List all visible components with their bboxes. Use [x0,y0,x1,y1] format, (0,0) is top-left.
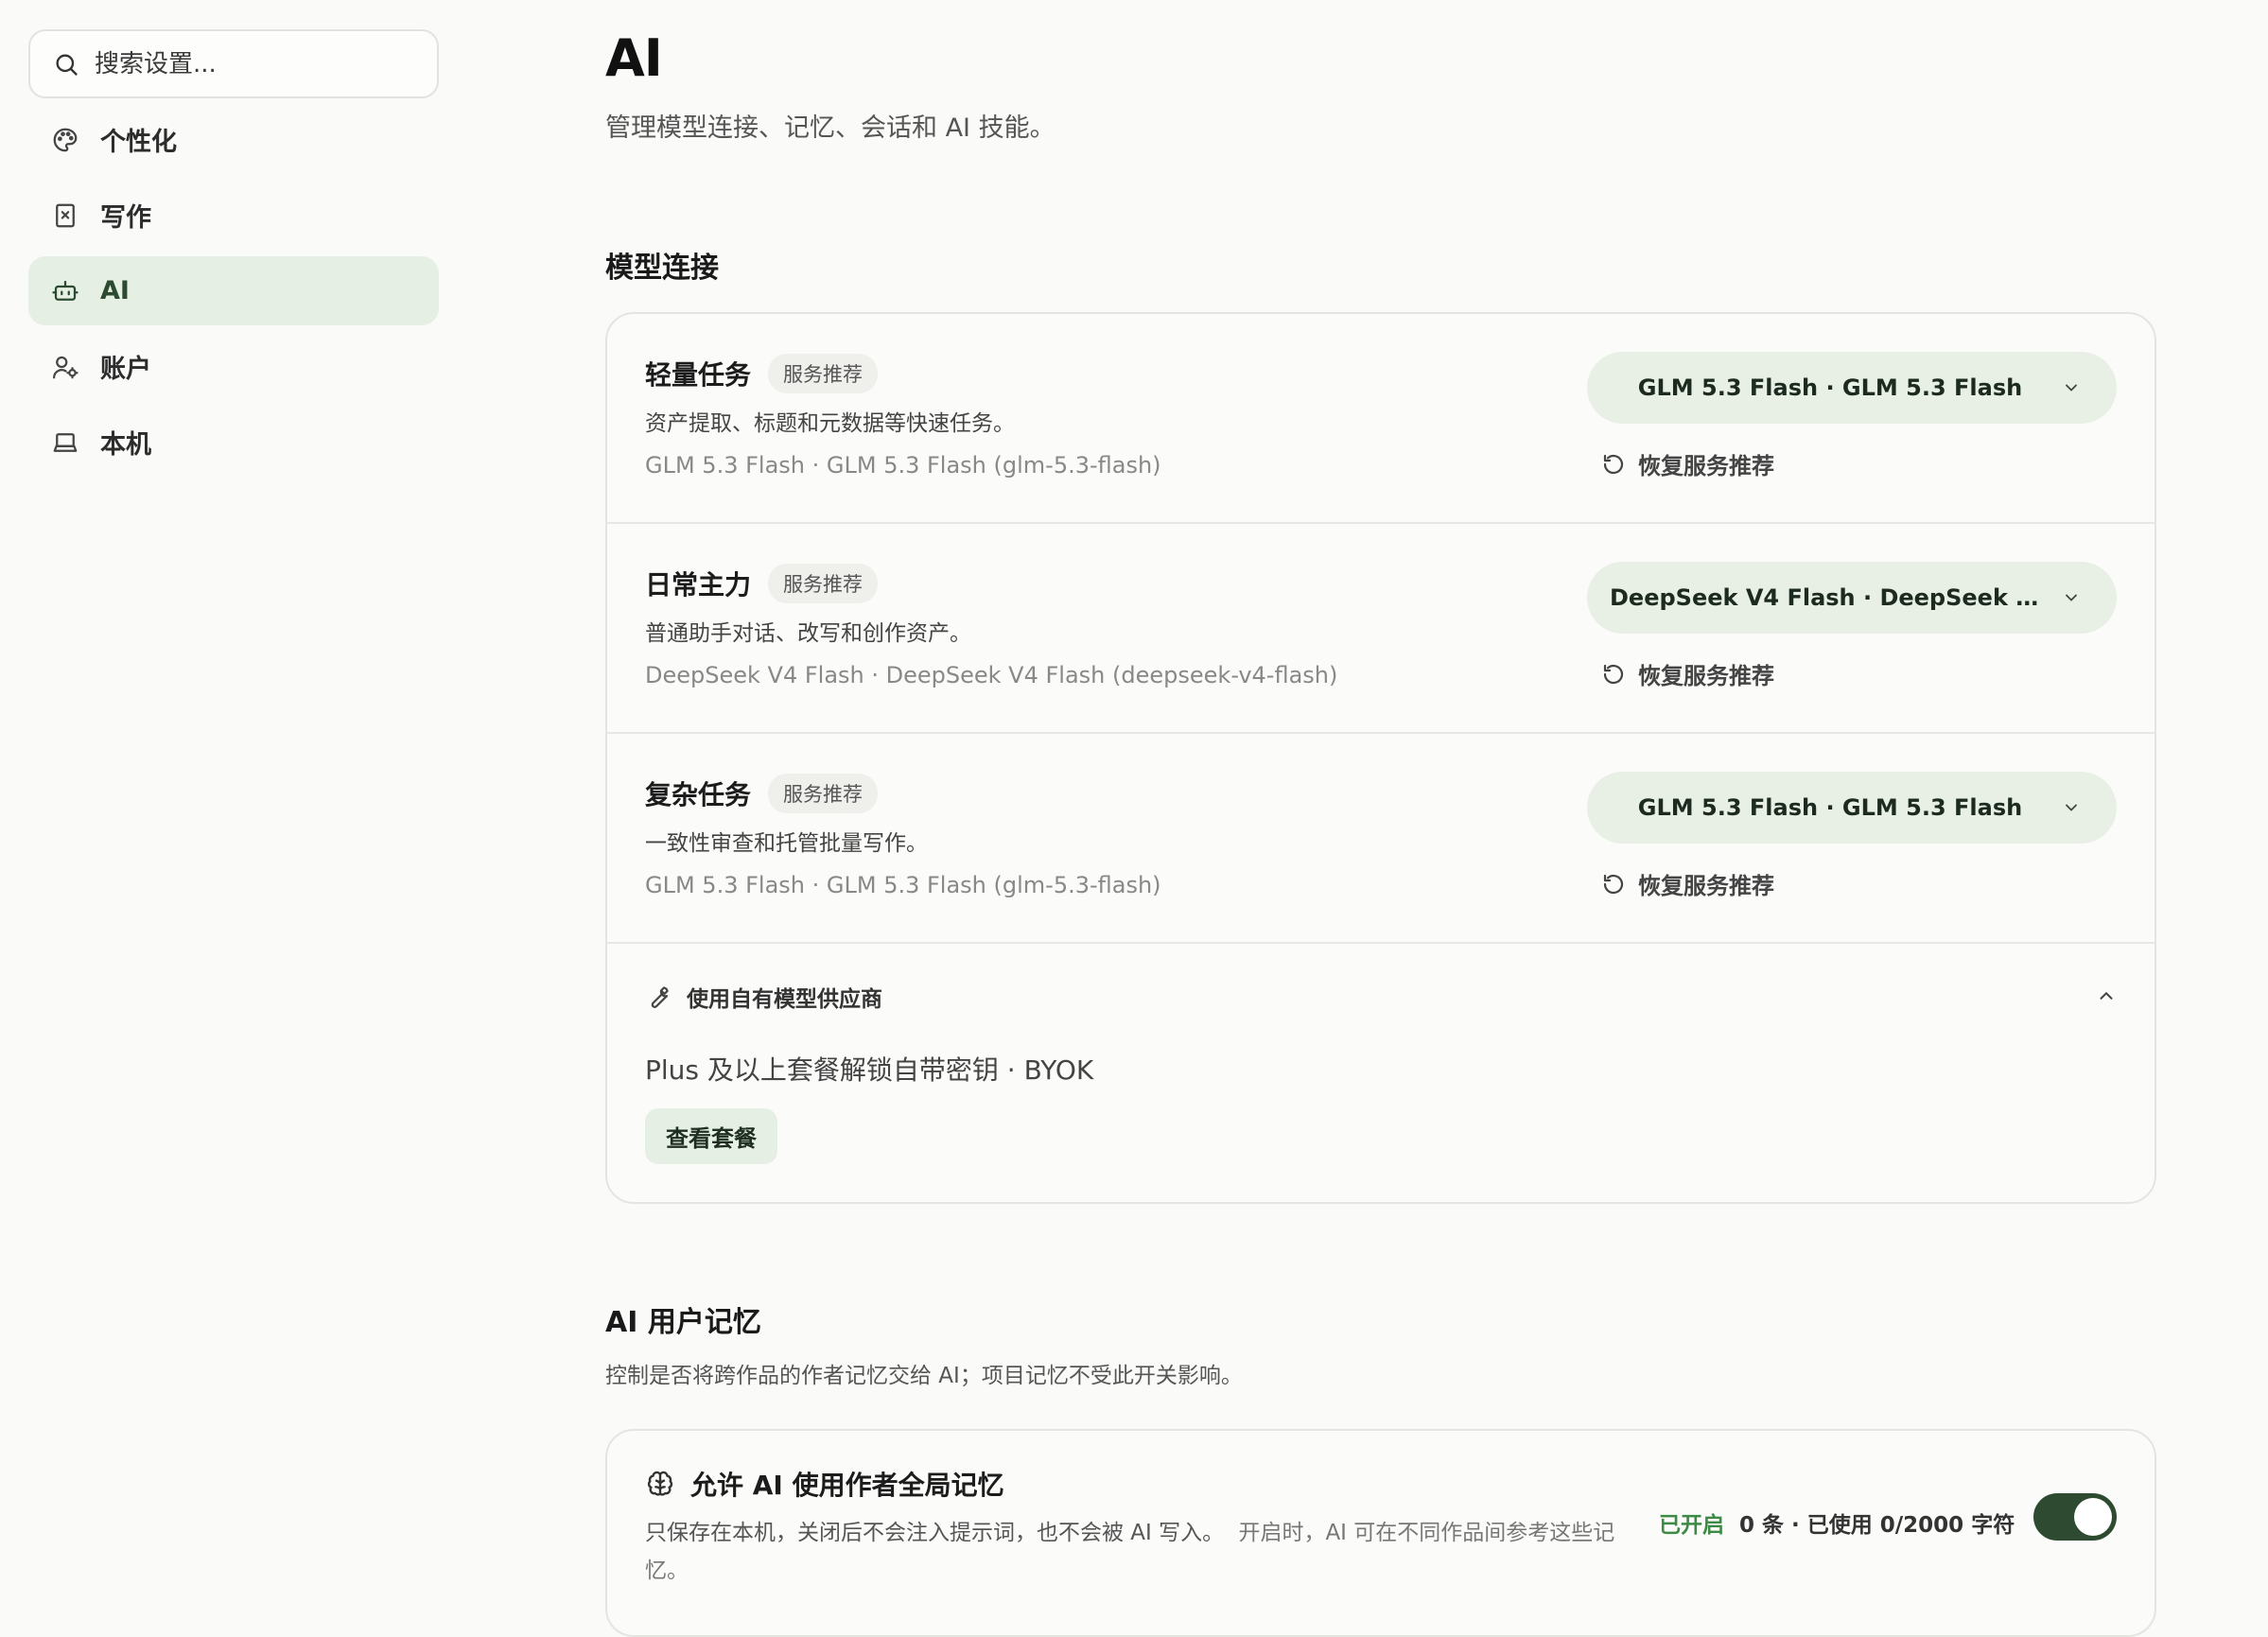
recommend-badge: 服务推荐 [768,564,879,603]
model-select-value: DeepSeek V4 Flash · DeepSeek V4 Fl... [1610,584,2050,611]
chevron-down-icon [2066,594,2077,601]
global-memory-toggle[interactable] [2033,1493,2117,1541]
page-subtitle: 管理模型连接、记忆、会话和 AI 技能。 [605,113,1055,143]
restore-label: 恢复服务推荐 [1638,873,1774,899]
brain-icon [647,1471,673,1496]
restore-label: 恢复服务推荐 [1638,663,1774,689]
model-select-value: GLM 5.3 Flash · GLM 5.3 Flash [1637,794,2023,821]
restore-recommend-button[interactable]: 恢复服务推荐 [1602,867,1774,900]
row-current-model: GLM 5.3 Flash · GLM 5.3 Flash (glm-5.3-f… [645,872,1161,898]
row-description: 资产提取、标题和元数据等快速任务。 [645,411,1015,436]
row-current-model: GLM 5.3 Flash · GLM 5.3 Flash (glm-5.3-f… [645,452,1161,479]
global-memory-card: 允许 AI 使用作者全局记忆 只保存在本机，关闭后不会注入提示词，也不会被 AI… [605,1429,2156,1637]
memory-title-text: 允许 AI 使用作者全局记忆 [690,1470,1004,1501]
row-name: 复杂任务 [645,779,752,810]
row-description: 一致性审查和托管批量写作。 [645,831,928,856]
byok-description: Plus 及以上套餐解锁自带密钥 · BYOK [645,1054,1094,1086]
byok-title: 使用自有模型供应商 [687,987,882,1012]
view-plans-button[interactable]: 查看套餐 [645,1108,777,1164]
search-input[interactable] [95,49,397,78]
row-description: 普通助手对话、改写和创作资产。 [645,621,971,646]
byok-header[interactable]: 使用自有模型供应商 [607,944,2155,1050]
settings-sidebar: 个性化 写作 AI 账户 本机 [28,29,439,477]
model-row-light: 轻量任务 服务推荐 资产提取、标题和元数据等快速任务。 GLM 5.3 Flas… [607,314,2155,524]
search-box[interactable] [28,29,439,98]
laptop-icon [53,432,78,452]
wrench-icon [651,986,669,1008]
memory-description-main: 只保存在本机，关闭后不会注入提示词，也不会被 AI 写入。 [645,1521,1225,1545]
rotate-ccw-icon [1603,664,1624,684]
sidebar-item-personalization[interactable]: 个性化 [28,105,439,174]
model-select-daily[interactable]: DeepSeek V4 Flash · DeepSeek V4 Fl... [1587,562,2117,634]
rotate-ccw-icon [1603,874,1624,894]
toggle-knob [2074,1498,2112,1536]
book-icon [56,203,75,227]
settings-main: AI 管理模型连接、记忆、会话和 AI 技能。 模型连接 轻量任务 服务推荐 资… [605,0,2156,1637]
memory-usage-count: 0 条 · 已使用 0/2000 字符 [1739,1513,2015,1538]
memory-status: 已开启 0 条 · 已使用 0/2000 字符 [1659,1506,2015,1539]
row-name: 日常主力 [645,569,752,601]
search-icon [56,53,78,76]
memory-title: 允许 AI 使用作者全局记忆 [645,1465,1004,1503]
memory-description: 只保存在本机，关闭后不会注入提示词，也不会被 AI 写入。 开启时，AI 可在不… [645,1514,1629,1590]
rotate-ccw-icon [1603,454,1624,474]
chevron-down-icon [2066,804,2077,811]
restore-recommend-button[interactable]: 恢复服务推荐 [1602,657,1774,690]
chevron-down-icon [2066,384,2077,392]
model-section-title: 模型连接 [605,252,719,285]
row-current-model: DeepSeek V4 Flash · DeepSeek V4 Flash (d… [645,662,1338,688]
recommend-badge: 服务推荐 [768,774,879,813]
user-settings-icon [53,356,79,378]
restore-label: 恢复服务推荐 [1638,453,1774,479]
chevron-up-icon[interactable] [2096,985,2117,1006]
restore-recommend-button[interactable]: 恢复服务推荐 [1602,447,1774,480]
sidebar-item-label: 本机 [100,430,151,460]
model-connection-card: 轻量任务 服务推荐 资产提取、标题和元数据等快速任务。 GLM 5.3 Flas… [605,312,2156,1204]
model-select-light[interactable]: GLM 5.3 Flash · GLM 5.3 Flash [1587,352,2117,424]
memory-section-subtitle: 控制是否将跨作品的作者记忆交给 AI；项目记忆不受此开关影响。 [605,1364,1243,1388]
model-row-complex: 复杂任务 服务推荐 一致性审查和托管批量写作。 GLM 5.3 Flash · … [607,734,2155,944]
sidebar-item-label: 写作 [100,203,151,233]
sidebar-item-account[interactable]: 账户 [28,332,439,401]
page-title: AI [605,28,663,88]
sidebar-item-label: 个性化 [100,128,177,157]
palette-icon [53,128,78,151]
row-title: 日常主力 服务推荐 [645,564,879,603]
row-title: 轻量任务 服务推荐 [645,354,879,393]
sidebar-item-label: 账户 [100,355,151,384]
sidebar-item-ai[interactable]: AI [28,256,439,325]
model-select-complex[interactable]: GLM 5.3 Flash · GLM 5.3 Flash [1587,772,2117,844]
model-select-value: GLM 5.3 Flash · GLM 5.3 Flash [1637,374,2023,401]
memory-section-title: AI 用户记忆 [605,1306,761,1339]
sidebar-item-local[interactable]: 本机 [28,408,439,477]
model-row-daily: 日常主力 服务推荐 普通助手对话、改写和创作资产。 DeepSeek V4 Fl… [607,524,2155,734]
sidebar-item-label: AI [100,276,130,305]
bot-icon [52,280,79,301]
status-badge: 已开启 [1659,1513,1724,1538]
row-title: 复杂任务 服务推荐 [645,774,879,813]
row-name: 轻量任务 [645,359,752,391]
recommend-badge: 服务推荐 [768,354,879,393]
sidebar-item-writing[interactable]: 写作 [28,181,439,250]
